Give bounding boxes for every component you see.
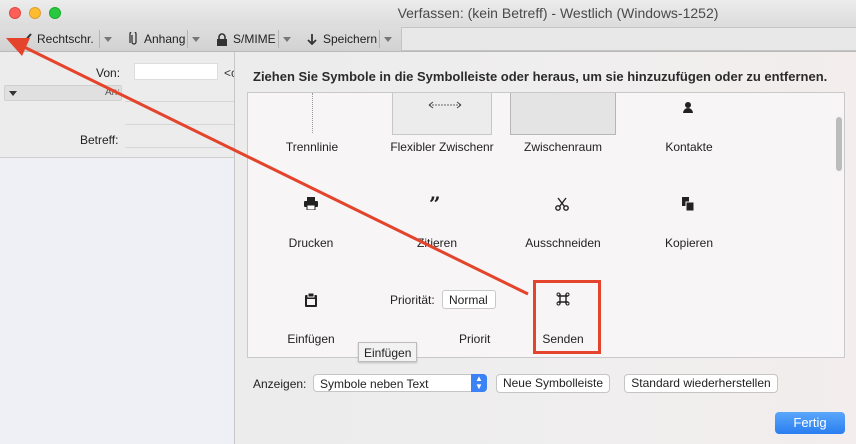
smime-dropdown-icon[interactable] (283, 37, 291, 42)
done-button[interactable]: Fertig (775, 412, 845, 434)
spellcheck-label: Rechtschr. (37, 32, 94, 46)
new-toolbar-button[interactable]: Neue Symbolleiste (496, 374, 610, 393)
sheet-heading: Ziehen Sie Symbole in die Symbolleiste o… (253, 69, 828, 84)
recipient-type-select[interactable]: An: (4, 85, 122, 101)
toolbar-drop-area[interactable] (401, 27, 856, 51)
clipboard-paste-icon[interactable] (305, 293, 317, 307)
subject-label: Betreff: (80, 133, 119, 147)
send-highlight-box (533, 280, 601, 354)
toolbar-divider (187, 30, 188, 48)
attach-label: Anhang (144, 32, 186, 46)
attach-button[interactable]: Anhang (125, 29, 189, 49)
title-bar: Verfassen: (kein Betreff) - Westlich (Wi… (0, 0, 856, 26)
download-arrow-icon (307, 33, 317, 45)
flex-space-item-label[interactable]: Flexibler Zwischenr (380, 140, 504, 154)
recipient-line (125, 124, 234, 125)
compose-toolbar: Rechtschr. Anhang S/MIME Speichern (0, 26, 856, 52)
restore-default-button[interactable]: Standard wiederherstellen (624, 374, 778, 393)
smime-label: S/MIME (233, 32, 276, 46)
printer-icon[interactable] (304, 197, 318, 210)
checkmark-icon (18, 33, 32, 45)
cut-item-label[interactable]: Ausschneiden (503, 236, 623, 250)
copy-icon[interactable] (682, 197, 695, 212)
recipient-type-label: An: (105, 87, 121, 98)
scissors-icon[interactable] (555, 197, 569, 211)
spellcheck-button[interactable]: Rechtschr. (14, 29, 98, 49)
paste-item-label[interactable]: Einfügen (251, 332, 371, 346)
flex-space-item-preview[interactable] (392, 93, 492, 135)
attach-dropdown-icon[interactable] (192, 37, 200, 42)
toolbar-divider (278, 30, 279, 48)
recipient-line (125, 101, 234, 102)
smime-button[interactable]: S/MIME (212, 29, 280, 49)
lock-icon (217, 32, 227, 46)
chevron-down-icon (9, 91, 17, 96)
message-body[interactable] (0, 159, 234, 444)
quote-item-label[interactable]: Zitieren (377, 236, 497, 250)
show-mode-value: Symbole neben Text (320, 377, 429, 391)
toolbar-divider (99, 30, 100, 48)
priority-label: Priorität: (390, 293, 435, 307)
quote-icon[interactable]: ” (429, 192, 441, 216)
double-arrow-icon (428, 101, 462, 109)
priority-select[interactable]: Normal (442, 290, 496, 309)
show-mode-select[interactable]: Symbole neben Text ▲ ▼ (313, 374, 487, 392)
palette-scrollbar[interactable] (836, 117, 842, 171)
space-item-preview[interactable] (510, 93, 616, 135)
space-item-label[interactable]: Zwischenraum (503, 140, 623, 154)
customize-toolbar-sheet: Ziehen Sie Symbole in die Symbolleiste o… (234, 52, 856, 444)
tooltip: Einfügen (358, 342, 418, 362)
window-title: Verfassen: (kein Betreff) - Westlich (Wi… (397, 5, 719, 21)
subject-field[interactable] (125, 147, 234, 148)
print-item-label[interactable]: Drucken (251, 236, 371, 250)
priority-item-label[interactable]: Priorit (444, 332, 504, 346)
from-label: Von: (96, 66, 121, 80)
contacts-item-label[interactable]: Kontakte (629, 140, 749, 154)
paperclip-icon (129, 32, 137, 45)
compose-area: Von: <c An: Betreff: (0, 52, 237, 444)
save-button[interactable]: Speichern (302, 29, 381, 49)
compose-header: Von: <c An: Betreff: (0, 52, 237, 158)
save-dropdown-icon[interactable] (384, 37, 392, 42)
select-stepper-icon: ▲ ▼ (471, 374, 487, 392)
from-field[interactable] (134, 63, 218, 80)
save-label: Speichern (323, 32, 378, 46)
separator-item-label[interactable]: Trennlinie (252, 140, 372, 154)
contacts-icon[interactable] (682, 101, 694, 113)
show-label: Anzeigen: (253, 377, 307, 391)
spellcheck-dropdown-icon[interactable] (104, 37, 112, 42)
separator-item-preview (312, 93, 313, 133)
copy-item-label[interactable]: Kopieren (629, 236, 749, 250)
toolbar-divider (379, 30, 380, 48)
